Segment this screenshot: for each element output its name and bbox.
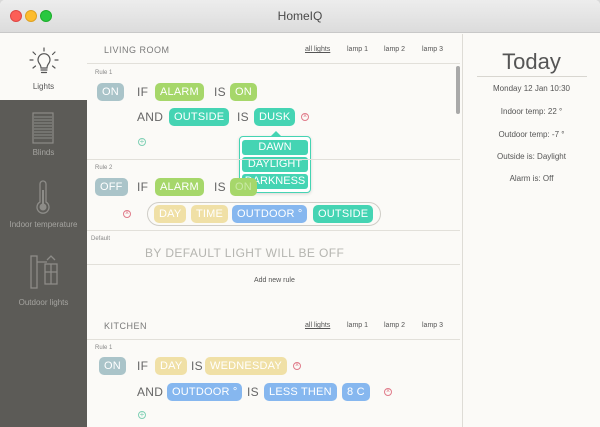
operator-pill[interactable]: LESS THEN — [264, 383, 337, 401]
value-pill[interactable]: WEDNESDAY — [205, 357, 287, 375]
condition-pill[interactable]: DAY — [155, 357, 188, 375]
value-pill[interactable]: ON — [230, 83, 257, 101]
rule-state-toggle[interactable]: OFF — [95, 178, 128, 196]
sidebar-item-label: Outdoor lights — [18, 298, 69, 307]
app-window: HomeIQ Lights Blinds Indoor temperature … — [0, 0, 600, 427]
window-title: HomeIQ — [277, 9, 323, 23]
remove-condition-button[interactable]: × — [123, 210, 131, 218]
condition-pill[interactable]: ALARM — [155, 83, 204, 101]
rule-label: Rule 2 — [95, 165, 113, 171]
remove-condition-button[interactable]: × — [384, 388, 392, 396]
keyword-and: AND — [137, 385, 164, 399]
rule-state-toggle[interactable]: ON — [97, 83, 124, 101]
keyword-if: IF — [137, 180, 149, 194]
title-bar: HomeIQ — [0, 0, 600, 33]
today-title: Today — [502, 49, 561, 74]
default-rule-text: BY DEFAULT LIGHT WILL BE OFF — [145, 246, 345, 260]
outside-status: Outside is: Daylight — [497, 152, 566, 161]
sidebar-item-label: Lights — [32, 82, 55, 91]
outdoor-temp: Outdoor temp: -7 ° — [498, 130, 565, 139]
rule-label: Rule 1 — [95, 70, 113, 76]
sidebar-item-outdoor-lights[interactable]: Outdoor lights — [0, 248, 87, 314]
rule-label: Default — [91, 236, 111, 242]
tab-lamp-3[interactable]: lamp 3 — [422, 46, 443, 53]
value-pill[interactable]: ON — [230, 178, 257, 196]
divider — [477, 76, 587, 77]
sidebar: Lights Blinds Indoor temperature Outdoor… — [0, 34, 95, 427]
tab-lamp-3[interactable]: lamp 3 — [422, 322, 443, 329]
indoor-temp: Indoor temp: 22 ° — [500, 107, 563, 116]
add-condition-button[interactable]: + — [138, 411, 146, 419]
rule-state-toggle[interactable]: ON — [99, 357, 126, 375]
rule-label: Rule 1 — [95, 345, 113, 351]
tab-all-lights[interactable]: all lights — [305, 46, 330, 53]
tab-lamp-1[interactable]: lamp 1 — [347, 46, 368, 53]
divider — [87, 339, 460, 340]
condition-pill[interactable]: OUTSIDE — [169, 108, 230, 126]
date-time: Monday 12 Jan 10:30 — [493, 84, 570, 93]
condition-option-time[interactable]: TIME — [191, 205, 229, 223]
condition-option-outside[interactable]: OUTSIDE — [313, 205, 374, 223]
tab-all-lights[interactable]: all lights — [305, 322, 330, 329]
value-pill[interactable]: DUSK — [254, 108, 296, 126]
sidebar-item-indoor-temperature[interactable]: Indoor temperature — [0, 176, 87, 236]
blinds-icon — [32, 112, 54, 144]
rules-panel: LIVING ROOM all lights lamp 1 lamp 2 lam… — [87, 34, 460, 427]
keyword-is: IS — [191, 359, 203, 373]
remove-condition-button[interactable]: × — [293, 362, 301, 370]
lightbulb-icon — [29, 47, 59, 74]
condition-pill[interactable]: ALARM — [155, 178, 204, 196]
add-new-rule-button[interactable]: Add new rule — [254, 277, 295, 284]
keyword-is: IS — [247, 385, 259, 399]
sidebar-item-lights[interactable]: Lights — [0, 34, 95, 100]
divider — [87, 63, 460, 64]
divider — [87, 230, 460, 231]
condition-pill[interactable]: OUTDOOR ° — [167, 383, 243, 401]
keyword-if: IF — [137, 85, 149, 99]
alarm-status: Alarm is: Off — [509, 174, 554, 183]
divider — [87, 264, 460, 265]
sidebar-item-label: Indoor temperature — [9, 220, 78, 229]
scrollbar[interactable] — [456, 66, 460, 114]
sidebar-item-label: Blinds — [32, 148, 55, 157]
add-condition-button[interactable]: + — [138, 138, 146, 146]
keyword-is: IS — [237, 110, 249, 124]
tab-lamp-2[interactable]: lamp 2 — [384, 46, 405, 53]
tab-lamp-1[interactable]: lamp 1 — [347, 322, 368, 329]
keyword-if: IF — [137, 359, 149, 373]
room-title-living-room: LIVING ROOM — [104, 45, 170, 55]
condition-option-day[interactable]: DAY — [154, 205, 187, 223]
divider — [87, 159, 460, 160]
thermometer-icon — [36, 180, 50, 214]
keyword-is: IS — [214, 180, 226, 194]
sidebar-item-blinds[interactable]: Blinds — [0, 106, 87, 166]
today-panel: Today Monday 12 Jan 10:30 Indoor temp: 2… — [462, 34, 600, 427]
remove-condition-button[interactable]: × — [301, 113, 309, 121]
dropdown-caret — [270, 131, 282, 137]
dropdown-option[interactable]: DAWN — [242, 140, 308, 155]
value-pill[interactable]: 8 C — [342, 383, 370, 401]
outdoor-lamp-icon — [30, 255, 58, 289]
tab-lamp-2[interactable]: lamp 2 — [384, 322, 405, 329]
keyword-is: IS — [214, 85, 226, 99]
keyword-and: AND — [137, 110, 164, 124]
room-title-kitchen: KITCHEN — [104, 321, 148, 331]
condition-option-outdoor[interactable]: OUTDOOR ° — [232, 205, 308, 223]
